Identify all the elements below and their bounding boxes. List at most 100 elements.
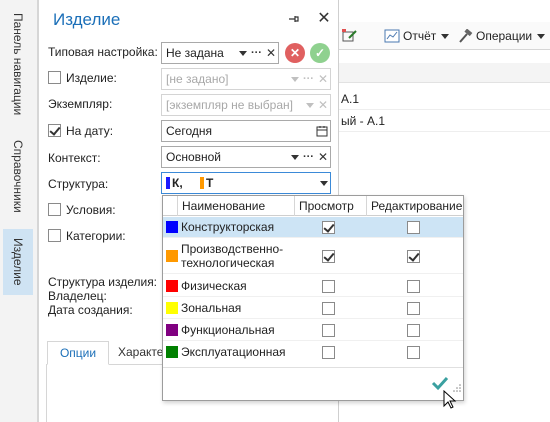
tab-options-label: Опции bbox=[59, 346, 97, 360]
side-tab-references[interactable]: Справочники bbox=[3, 128, 33, 224]
view-checkbox[interactable] bbox=[322, 324, 335, 337]
side-tab-item[interactable]: Изделие bbox=[3, 229, 33, 295]
popup-header: Наименование Просмотр Редактирование bbox=[163, 196, 463, 216]
edit-checkbox[interactable] bbox=[407, 280, 420, 293]
pin-icon[interactable] bbox=[286, 13, 300, 27]
edit-checkbox[interactable] bbox=[407, 324, 420, 337]
structure-chip-color bbox=[166, 177, 170, 189]
preset-value: Не задана bbox=[166, 46, 224, 60]
view-checkbox[interactable] bbox=[322, 250, 335, 263]
edit-checkbox[interactable] bbox=[407, 346, 420, 359]
instance-value: [экземпляр не выбран] bbox=[166, 98, 293, 112]
chevron-down-icon bbox=[305, 102, 314, 108]
cancel-preset-button[interactable]: ✕ bbox=[285, 43, 305, 63]
context-select[interactable]: Основной ··· ✕ bbox=[161, 146, 331, 168]
background-toolbar: Отчёт Операции bbox=[339, 22, 550, 50]
report-button[interactable]: Отчёт bbox=[384, 27, 450, 45]
structure-chip-2: Т bbox=[206, 176, 214, 190]
chevron-down-icon[interactable] bbox=[290, 154, 299, 160]
instance-label: Экземпляр: bbox=[48, 97, 113, 111]
close-icon[interactable]: ✕ bbox=[315, 10, 333, 28]
color-swatch bbox=[166, 346, 178, 358]
color-swatch bbox=[166, 221, 178, 233]
structure-name: Производственно- bbox=[181, 242, 284, 256]
structure-select[interactable]: К, Т bbox=[161, 172, 331, 194]
preset-label: Типовая настройка: bbox=[48, 45, 158, 59]
chevron-down-icon bbox=[290, 76, 299, 82]
chevron-down-icon bbox=[441, 33, 450, 39]
owner-label: Владелец: bbox=[48, 289, 107, 303]
background-row[interactable]: А.1 bbox=[339, 88, 550, 110]
view-checkbox[interactable] bbox=[322, 302, 335, 315]
structure-dropdown-popup: Наименование Просмотр Редактирование Кон… bbox=[162, 195, 464, 401]
view-checkbox[interactable] bbox=[322, 221, 335, 234]
structure-row[interactable]: Производственно- технологическая bbox=[163, 239, 463, 274]
item-value: [не задано] bbox=[166, 72, 229, 86]
more-icon[interactable]: ··· bbox=[251, 43, 262, 63]
item-checkbox[interactable] bbox=[48, 71, 61, 84]
created-date-label: Дата создания: bbox=[48, 303, 133, 317]
header-view[interactable]: Просмотр bbox=[294, 196, 366, 216]
color-swatch bbox=[166, 250, 178, 262]
tab-options[interactable]: Опции bbox=[47, 341, 109, 365]
context-value: Основной bbox=[166, 150, 222, 164]
check-icon: ✓ bbox=[314, 46, 326, 60]
color-swatch bbox=[166, 302, 178, 314]
structure-name: Зональная bbox=[181, 301, 242, 315]
tab-characteristics-label: Характе bbox=[118, 345, 164, 359]
side-tab-strip: Панель навигации Справочники Изделие bbox=[0, 0, 38, 422]
structure-row[interactable]: Эксплуатационная bbox=[163, 341, 463, 363]
preset-select[interactable]: Не задана ··· ✕ bbox=[161, 42, 279, 64]
conditions-checkbox[interactable] bbox=[48, 203, 61, 216]
structure-row[interactable]: Физическая bbox=[163, 275, 463, 297]
edit-checkbox[interactable] bbox=[407, 250, 420, 263]
header-edit[interactable]: Редактирование bbox=[366, 196, 463, 216]
operations-button[interactable]: Операции bbox=[457, 27, 546, 45]
structure-label: Структура: bbox=[48, 177, 109, 191]
apply-preset-button[interactable]: ✓ bbox=[310, 43, 330, 63]
structure-name-continued: технологическая bbox=[181, 256, 275, 270]
chevron-down-icon bbox=[537, 33, 546, 39]
side-tab-navigation-label: Панель навигации bbox=[11, 12, 25, 116]
side-tab-references-label: Справочники bbox=[11, 139, 25, 213]
categories-label: Категории: bbox=[66, 229, 126, 243]
view-checkbox[interactable] bbox=[322, 280, 335, 293]
panel-title: Изделие bbox=[53, 10, 121, 29]
edit-doc-icon[interactable] bbox=[341, 27, 359, 45]
structure-name: Функциональная bbox=[181, 323, 275, 337]
tab-characteristics[interactable]: Характе bbox=[118, 345, 163, 359]
side-tab-navigation[interactable]: Панель навигации bbox=[3, 4, 33, 124]
chevron-down-icon[interactable] bbox=[320, 180, 328, 186]
instance-select[interactable]: [экземпляр не выбран] ✕ bbox=[161, 94, 331, 116]
edit-checkbox[interactable] bbox=[407, 221, 420, 234]
clear-icon[interactable]: ✕ bbox=[318, 147, 328, 167]
more-icon[interactable]: ··· bbox=[303, 147, 314, 167]
report-icon bbox=[384, 29, 400, 43]
date-input[interactable]: Сегодня bbox=[161, 120, 331, 142]
background-row[interactable]: ый - А.1 bbox=[339, 110, 550, 132]
hammer-icon bbox=[459, 29, 473, 43]
color-swatch bbox=[166, 324, 178, 336]
operations-label: Операции bbox=[476, 29, 533, 43]
structure-chip-1: К, bbox=[172, 176, 183, 190]
side-tab-item-label: Изделие bbox=[11, 238, 25, 286]
edit-checkbox[interactable] bbox=[407, 302, 420, 315]
context-label: Контекст: bbox=[48, 151, 101, 165]
view-checkbox[interactable] bbox=[322, 346, 335, 359]
categories-checkbox[interactable] bbox=[48, 229, 61, 242]
date-value: Сегодня bbox=[166, 124, 212, 138]
conditions-label: Условия: bbox=[66, 203, 116, 217]
chevron-down-icon[interactable] bbox=[238, 50, 247, 56]
date-checkbox[interactable] bbox=[48, 124, 61, 137]
structure-name: Конструкторская bbox=[181, 220, 275, 234]
header-name[interactable]: Наименование bbox=[177, 196, 294, 216]
clear-icon[interactable]: ✕ bbox=[266, 43, 276, 63]
structure-row[interactable]: Конструкторская bbox=[163, 217, 463, 238]
structure-chip-color bbox=[200, 177, 205, 189]
structure-row[interactable]: Функциональная bbox=[163, 319, 463, 341]
item-select[interactable]: [не задано] ··· ✕ bbox=[161, 68, 331, 90]
structure-row[interactable]: Зональная bbox=[163, 297, 463, 319]
calendar-icon[interactable] bbox=[316, 121, 328, 141]
report-label: Отчёт bbox=[403, 29, 437, 43]
color-swatch bbox=[166, 280, 178, 292]
